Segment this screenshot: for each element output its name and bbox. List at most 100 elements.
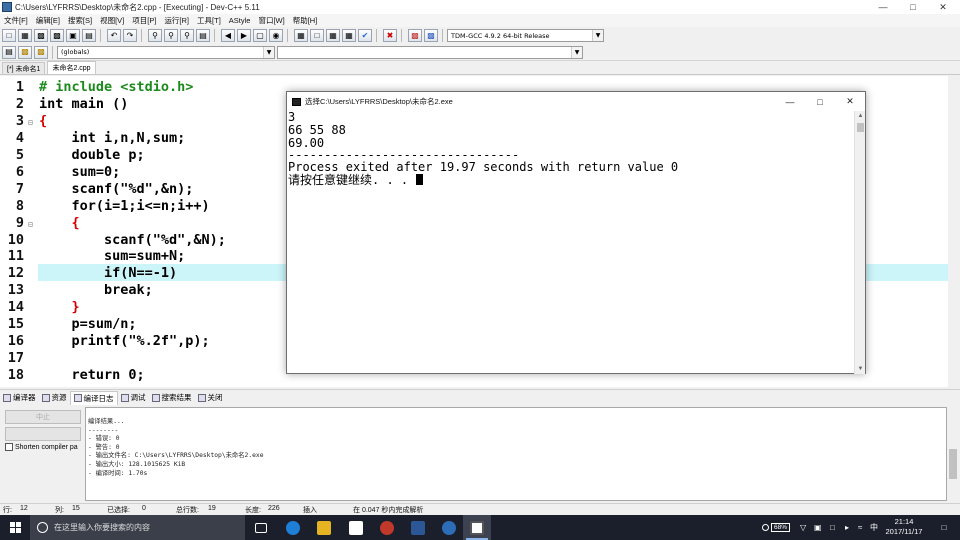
taskbar-app2[interactable] — [436, 515, 462, 540]
resources-icon — [41, 393, 50, 402]
battery-indicator[interactable]: 68% — [762, 515, 791, 540]
compiler-select[interactable]: TDM-GCC 4.9.2 64-bit Release ▼ — [447, 29, 604, 42]
code-line: sum=sum+N; — [39, 248, 186, 264]
taskbar-edge[interactable] — [280, 515, 306, 540]
debug-icon[interactable]: ▩ — [424, 29, 438, 42]
redo-icon[interactable]: ↷ — [123, 29, 137, 42]
console-output[interactable]: 3 66 55 88 69.00 -----------------------… — [288, 111, 855, 373]
compile-icon[interactable]: ▦ — [294, 29, 308, 42]
console-close-button[interactable]: ✕ — [835, 94, 865, 109]
taskbar-search[interactable]: 在这里输入你要搜索的内容 — [30, 515, 245, 540]
menu-window[interactable]: 窗口[W] — [254, 15, 288, 26]
secondary-button[interactable] — [5, 427, 81, 441]
log-scrollbar[interactable] — [947, 407, 959, 501]
menu-project[interactable]: 项目[P] — [128, 15, 160, 26]
save-icon[interactable]: ▩ — [34, 29, 48, 42]
editor-scrollbar[interactable] — [948, 76, 960, 387]
close-file-icon[interactable]: ▣ — [66, 29, 80, 42]
rebuild-icon[interactable]: ▦ — [342, 29, 356, 42]
action-center-icon[interactable]: □ — [930, 515, 958, 540]
scroll-down-icon[interactable]: ▼ — [855, 364, 866, 374]
taskbar-app[interactable] — [374, 515, 400, 540]
menu-astyle[interactable]: AStyle — [225, 16, 255, 25]
scroll-up-icon[interactable]: ▲ — [855, 111, 866, 121]
stop-icon[interactable]: ✖ — [383, 29, 397, 42]
menu-search[interactable]: 搜索[S] — [64, 15, 96, 26]
taskbar-devcpp[interactable] — [405, 515, 431, 540]
store-icon — [349, 520, 363, 535]
taskbar-console[interactable] — [463, 515, 491, 540]
start-button[interactable] — [0, 515, 30, 540]
tab-untitled1[interactable]: [*] 未命名1 — [2, 62, 46, 74]
shorten-compiler-paths-checkbox[interactable]: Shorten compiler pa — [5, 443, 78, 451]
notification-icon[interactable]: ▣ — [814, 515, 822, 540]
close-button[interactable]: ✕ — [928, 0, 958, 14]
scope-select[interactable]: (globals) ▼ — [57, 45, 275, 59]
line-number: 8 — [15, 198, 24, 214]
tab-compile-log[interactable]: 编译日志 — [69, 390, 118, 405]
status-total-label: 总行数: — [176, 507, 199, 514]
function-select[interactable]: ▼ — [277, 45, 583, 59]
new-file-icon[interactable]: □ — [2, 29, 16, 42]
menu-file[interactable]: 文件[F] — [0, 15, 32, 26]
maximize-icon[interactable]: □ — [898, 0, 928, 14]
undo-icon[interactable]: ↶ — [107, 29, 121, 42]
open-file-icon[interactable]: ▦ — [18, 29, 32, 42]
menu-view[interactable]: 视图[V] — [96, 15, 128, 26]
log-scroll-thumb[interactable] — [949, 449, 957, 479]
toggle-bookmark-icon[interactable]: ▩ — [18, 45, 32, 59]
syntax-check-icon[interactable]: ✔ — [358, 29, 372, 42]
run-icon[interactable]: □ — [310, 29, 324, 42]
profile-icon[interactable]: ▩ — [408, 29, 422, 42]
insert-icon[interactable]: ▤ — [2, 45, 16, 59]
console-maximize-icon[interactable]: □ — [805, 94, 835, 109]
network-icon[interactable]: ▽ — [800, 515, 806, 540]
compile-log-controls: 中止 — [0, 406, 84, 501]
status-insert-mode: 插入 — [303, 507, 317, 514]
fold-marker-icon[interactable]: ⊟ — [28, 118, 35, 127]
find-icon[interactable]: ⚲ — [148, 29, 162, 42]
tab-search-results[interactable]: 搜索结果 — [149, 391, 195, 405]
scope-select-value: (globals) — [61, 48, 90, 56]
menu-run[interactable]: 运行[R] — [160, 15, 193, 26]
volume-icon[interactable]: ▸ — [845, 515, 849, 540]
taskbar-clock[interactable]: 21:14 2017/11/17 — [884, 517, 924, 537]
console-scroll-thumb[interactable] — [857, 123, 864, 132]
close-panel-icon — [197, 393, 206, 402]
menu-help[interactable]: 帮助[H] — [289, 15, 322, 26]
toggle-bookmark-icon[interactable]: ▢ — [253, 29, 267, 42]
forward-icon[interactable]: ▶ — [237, 29, 251, 42]
find-next-icon[interactable]: ⚲ — [180, 29, 194, 42]
tab-compiler[interactable]: 编译器 — [0, 391, 39, 405]
compiler-select-value: TDM-GCC 4.9.2 64-bit Release — [451, 31, 550, 40]
wifi-icon[interactable]: ≈ — [858, 515, 862, 540]
ime-indicator[interactable]: 中 — [870, 515, 878, 540]
compile-run-icon[interactable]: ▦ — [326, 29, 340, 42]
abort-compilation-button[interactable]: 中止 — [5, 410, 81, 424]
tab-close[interactable]: 关闭 — [195, 391, 226, 405]
back-icon[interactable]: ◀ — [221, 29, 235, 42]
menu-bar: 文件[F] 编辑[E] 搜索[S] 视图[V] 项目[P] 运行[R] 工具[T… — [0, 14, 960, 27]
compile-log[interactable]: 编译结果... -------- - 错误: 0 - 警告: 0 - 输出文件名… — [85, 407, 947, 501]
goto-bookmark-icon[interactable]: ▩ — [34, 45, 48, 59]
tab-untitled2-cpp[interactable]: 未命名2.cpp — [47, 61, 96, 74]
save-all-icon[interactable]: ▩ — [50, 29, 64, 42]
menu-edit[interactable]: 编辑[E] — [32, 15, 64, 26]
taskbar-store[interactable] — [343, 515, 369, 540]
chat-icon[interactable]: □ — [830, 515, 835, 540]
console-scrollbar[interactable]: ▲ ▼ — [854, 111, 865, 374]
goto-line-icon[interactable]: ▤ — [196, 29, 210, 42]
checkbox-box[interactable] — [5, 443, 13, 451]
fold-marker-icon[interactable]: ⊟ — [28, 220, 35, 229]
project-options-icon[interactable]: ◉ — [269, 29, 283, 42]
tab-resources[interactable]: 资源 — [39, 391, 70, 405]
menu-tools[interactable]: 工具[T] — [193, 15, 225, 26]
console-minimize-button[interactable]: — — [775, 94, 805, 109]
console-window[interactable]: 选择C:\Users\LYFRRS\Desktop\未命名2.exe — □ ✕… — [286, 91, 866, 374]
task-view-button[interactable] — [248, 515, 274, 540]
print-icon[interactable]: ▤ — [82, 29, 96, 42]
taskbar-explorer[interactable] — [311, 515, 337, 540]
minimize-button[interactable]: — — [868, 0, 898, 14]
replace-icon[interactable]: ⚲ — [164, 29, 178, 42]
tab-debug[interactable]: 调试 — [118, 391, 149, 405]
